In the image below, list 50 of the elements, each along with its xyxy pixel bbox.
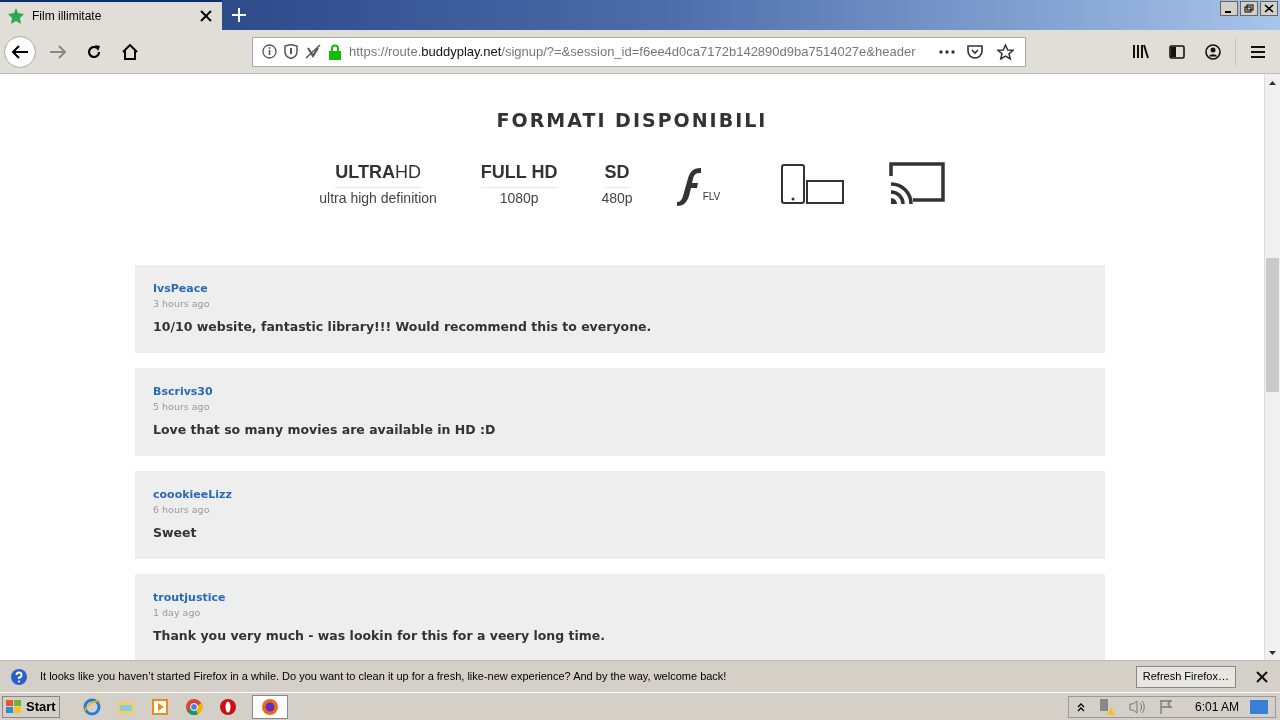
flv-label: FLV [702,189,721,204]
start-button[interactable]: Start [2,695,60,718]
comment-text: Thank you very much - was lookin for this for a veery long time. [153,627,607,644]
format-title: SD [604,158,630,188]
comment-text: 10/10 website, fantastic library!!! Would recommend this to everyone. [153,318,653,335]
devices-icon [780,163,845,204]
comment-time: 5 hours ago [153,399,211,414]
flash-icon [676,165,703,206]
comment-author[interactable]: troutjustice [153,589,1087,605]
section-heading: FORMATI DISPONIBILI [496,108,768,133]
info-icon [261,43,277,60]
comment-author[interactable]: Bscrivs30 [153,383,1087,399]
back-icon[interactable] [4,35,36,68]
scrollbar[interactable] [1264,74,1280,660]
comment-time: 6 hours ago [153,502,211,517]
windows-logo-icon [6,698,22,715]
notification-message: It looks like you haven’t started Firefox in a while. Do you want to clean it up for a fresh, like-new experience? And by the way, welcome back! [40,669,728,685]
refresh-firefox-button[interactable]: Refresh Firefox… [1135,665,1236,688]
lock-icon [327,43,343,60]
url-text: https://route.buddyplay.net/signup/?=&session_id=f6ee4d0ca7172b142890d9ba7514027e&header [349,42,917,61]
comment-time: 1 day ago [153,605,202,620]
blocked-autoplay-icon [305,43,321,60]
comment-text: Love that so many movies are available in HD :D [153,421,497,438]
address-bar[interactable]: https://route.buddyplay.net/signup/?=&session_id=f6ee4d0ca7172b142890d9ba7514027e&header [252,36,1026,67]
format-subtitle: 1080p [499,188,539,208]
site-icon [8,8,24,24]
format-title: ULTRAHD [335,158,421,188]
comment-text: Sweet [153,524,198,541]
opera-icon[interactable] [217,696,238,717]
restore-icon[interactable] [1240,1,1258,16]
format-subtitle: ultra high definition [319,188,437,208]
clock: 6:01 AM [1194,698,1239,716]
comment-author[interactable]: IvsPeace [153,280,1087,296]
format-title: FULL HD [480,158,558,188]
tab-title: Film illimitate [32,8,103,25]
shield-icon [283,43,299,60]
format-subtitle: 480p [601,188,633,208]
firefox-icon[interactable] [251,694,288,719]
chrome-icon[interactable] [183,696,204,717]
help-icon [10,667,28,686]
browser-icon[interactable] [81,696,102,717]
close-icon[interactable] [198,8,214,24]
cast-icon [888,161,945,206]
browser-tab[interactable]: Film illimitate [0,0,222,30]
scrollbar-thumb[interactable] [1266,258,1279,392]
close-icon[interactable] [1260,1,1278,16]
close-icon[interactable] [1254,668,1270,685]
minimize-icon[interactable] [1220,1,1238,16]
comment-time: 3 hours ago [153,296,211,311]
comment-author[interactable]: coookieeLizz [153,486,1087,502]
